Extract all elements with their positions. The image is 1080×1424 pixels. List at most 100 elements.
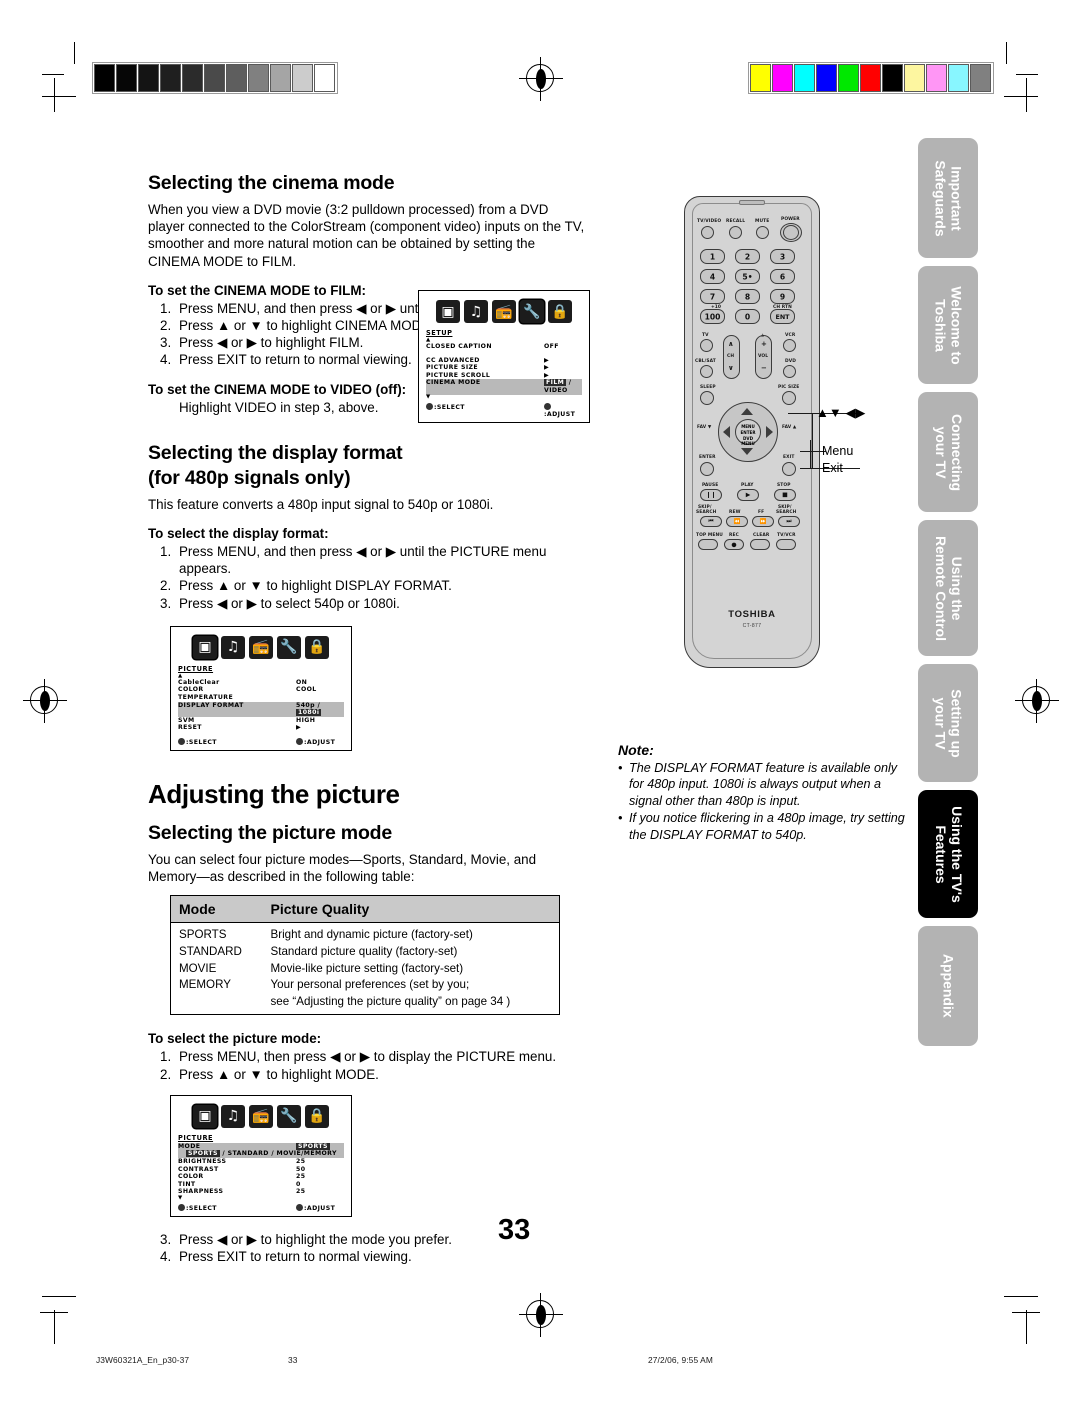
pause-button[interactable]: ❙❙: [700, 489, 722, 501]
section-tab-appendix[interactable]: Appendix: [918, 926, 978, 1046]
top-menu-button[interactable]: [698, 539, 718, 550]
osd-row-label: PICTURE SCROLL: [426, 371, 491, 379]
key-9[interactable]: 9: [770, 289, 795, 304]
dpad-left-arrow[interactable]: [723, 426, 730, 438]
osd-row-label: CLOSED CAPTION: [426, 343, 492, 350]
callout-bracket-vertical: [812, 413, 813, 469]
grayscale-step-wedge: [92, 62, 338, 94]
color-patch-6: [882, 64, 903, 92]
skip-search-left-button[interactable]: ⏮: [700, 516, 722, 527]
exit-button[interactable]: [782, 462, 796, 476]
menu-enter-dvd-menu-button[interactable]: MENU ENTER DVD MENU: [735, 419, 761, 446]
lock-menu-icon: 🔒: [305, 635, 329, 659]
recall-button[interactable]: [729, 226, 742, 239]
cell-quality: Standard picture quality (factory-set): [270, 945, 458, 958]
enter-button[interactable]: [700, 462, 714, 476]
list-item: 2. Press ▲ or ▼ to highlight MODE.: [160, 1066, 379, 1082]
tv-device-button[interactable]: [700, 339, 713, 352]
section-tab-using-the-tv-s-features[interactable]: Using the TV's Features: [918, 790, 978, 918]
sleep-button-label: SLEEP: [700, 385, 716, 390]
section-tab-connecting-your-tv[interactable]: Connecting your TV: [918, 392, 978, 512]
picture-menu-icon: ▣: [193, 1104, 217, 1128]
channel-menu-icon: 📻: [249, 635, 273, 659]
pic-size-button[interactable]: [782, 391, 796, 405]
footer-rule-left: [40, 1312, 68, 1313]
mute-button[interactable]: [756, 226, 769, 239]
list-item: 4. Press EXIT to return to normal viewing…: [160, 1249, 412, 1265]
volume-mute-icon: ♁: [761, 333, 765, 338]
cell-quality: Bright and dynamic picture (factory-set): [270, 928, 473, 942]
stop-button[interactable]: ■: [774, 489, 796, 501]
table-row: SPORTS Bright and dynamic picture (facto…: [171, 923, 560, 944]
dvd-device-button[interactable]: [783, 365, 796, 378]
crop-mark-bl-h: [42, 1296, 76, 1297]
footer-timestamp: 27/2/06, 9:55 AM: [648, 1355, 713, 1365]
power-button[interactable]: [783, 225, 799, 240]
grayscale-patch-4: [182, 64, 203, 92]
osd-row-label: MODE: [178, 1142, 201, 1150]
key-3[interactable]: 3: [770, 249, 795, 264]
osd-row-value: COOL: [296, 686, 317, 694]
key-ent[interactable]: ENT: [770, 309, 795, 324]
tv-video-button[interactable]: [701, 226, 714, 239]
section-tab-welcome-to-toshiba[interactable]: Welcome to Toshiba: [918, 266, 978, 384]
rew-button-label: REW: [729, 510, 741, 515]
column-header-picture-quality: Picture Quality: [262, 895, 560, 924]
key-1[interactable]: 1: [700, 249, 725, 264]
rec-button[interactable]: ●: [724, 539, 744, 550]
dpad-up-arrow[interactable]: [741, 408, 753, 415]
crop-mark-tl-v: [74, 42, 75, 64]
osd-row-value: ▶: [544, 356, 550, 364]
tv-vcr-button[interactable]: [776, 539, 796, 550]
grayscale-patch-0: [94, 64, 115, 92]
lock-menu-icon: 🔒: [548, 300, 572, 323]
osd-selected-chip: 1080i: [296, 709, 322, 717]
section-tab-important-safeguards[interactable]: Important Safeguards: [918, 138, 978, 258]
dpad-enter-label: ENTER: [740, 430, 756, 435]
key-8[interactable]: 8: [735, 289, 760, 304]
heading-display-format-line2: (for 480p signals only): [148, 466, 351, 489]
dpad-down-arrow[interactable]: [741, 448, 753, 455]
section-tab-setting-up-your-tv[interactable]: Setting up your TV: [918, 664, 978, 782]
section-tab-label: Connecting your TV: [933, 413, 965, 491]
dpad-right-arrow[interactable]: [766, 426, 773, 438]
osd-row: CC ADVANCED ▶: [426, 357, 582, 365]
volume-label: VOL: [758, 354, 769, 359]
skip-search-right-button[interactable]: ⏭: [778, 516, 800, 527]
key-2[interactable]: 2: [735, 249, 760, 264]
dpad-icon: [296, 738, 303, 745]
osd-icon-row: ▣ ♫ 📻 🔧 🔒: [178, 1104, 344, 1128]
rew-button[interactable]: ⏪: [726, 516, 748, 527]
sleep-button[interactable]: [700, 391, 714, 405]
remote-control-diagram: TV/VIDEO RECALL MUTE POWER 1 2 3 4 5• 6 …: [672, 196, 832, 676]
page-number: 33: [498, 1214, 531, 1246]
vcr-device-button[interactable]: [783, 339, 796, 352]
grayscale-patch-1: [116, 64, 137, 92]
crop-mark-tr-v: [1006, 42, 1007, 64]
section-tab-using-the-remote-control[interactable]: Using the Remote Control: [918, 520, 978, 656]
section-tabs: Important Safeguards Welcome to Toshiba Conn…: [918, 138, 978, 1054]
cbl-sat-button-label: CBL/SAT: [695, 359, 716, 364]
key-4[interactable]: 4: [700, 269, 725, 284]
picture-mode-subheading: To select the picture mode:: [148, 1031, 322, 1047]
osd-row-value: 540p / 1080i: [296, 701, 322, 717]
registration-target-left: [23, 679, 67, 723]
audio-menu-icon: ♫: [464, 300, 488, 323]
callout-menu-label: Menu: [822, 444, 854, 458]
key-6[interactable]: 6: [770, 269, 795, 284]
play-button[interactable]: ▶: [737, 489, 759, 501]
key-5[interactable]: 5•: [735, 269, 760, 284]
skip-search-left-label2: SEARCH: [696, 510, 717, 515]
callout-exit-label: Exit: [822, 461, 843, 475]
key-0[interactable]: 0: [735, 309, 760, 324]
osd-row-label: TEMPERATURE: [178, 694, 234, 702]
osd-row-highlighted: DISPLAY FORMAT 540p / 1080i: [178, 701, 344, 717]
cbl-sat-button[interactable]: [700, 365, 713, 378]
heading-selecting-cinema-mode: Selecting the cinema mode: [148, 172, 395, 194]
osd-row: RESET ▶: [178, 724, 344, 732]
key-100[interactable]: 100: [700, 309, 725, 324]
key-7[interactable]: 7: [700, 289, 725, 304]
osd-row-label: COLOR: [178, 686, 204, 694]
clear-button[interactable]: [750, 539, 770, 550]
ff-button[interactable]: ⏩: [752, 516, 774, 527]
